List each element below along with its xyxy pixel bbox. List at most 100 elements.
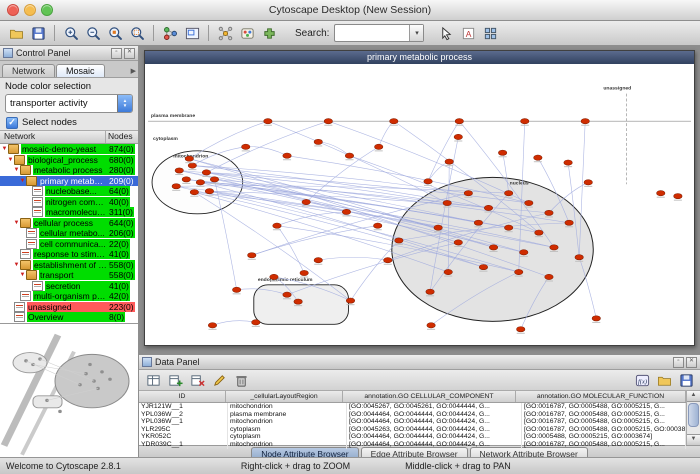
attr-new-icon[interactable] [165, 370, 185, 390]
network-node[interactable] [504, 225, 512, 230]
table-row[interactable]: YJR121W__1mitochondrion[GO:0045267, GO:0… [139, 403, 686, 411]
tree-header-nodes[interactable]: Nodes [106, 131, 138, 143]
network-node[interactable] [657, 190, 665, 195]
network-node[interactable] [545, 274, 553, 279]
column-header[interactable]: annotation.GO MOLECULAR_FUNCTION [516, 391, 686, 402]
network-node[interactable] [474, 220, 482, 225]
network-node[interactable] [443, 200, 451, 205]
network-window-titlebar[interactable]: primary metabolic process [145, 51, 694, 64]
network-node[interactable] [390, 119, 398, 124]
attr-delete-icon[interactable] [187, 370, 207, 390]
select-nodes-checkbox[interactable] [6, 117, 18, 129]
close-panel-icon[interactable]: ✕ [686, 357, 697, 368]
network-node[interactable] [196, 180, 204, 185]
network-node[interactable] [520, 250, 528, 255]
tree-row[interactable]: nitrogen compo...40(0) [0, 197, 138, 208]
network-node[interactable] [190, 190, 198, 195]
network-node[interactable] [283, 153, 291, 158]
network-node[interactable] [504, 190, 512, 195]
network-edge[interactable] [212, 321, 255, 326]
network-node[interactable] [314, 139, 322, 144]
network-overview-icon[interactable] [182, 23, 202, 43]
network-edge[interactable] [252, 226, 378, 256]
formula-icon[interactable]: f(x) [632, 370, 652, 390]
network-node[interactable] [534, 155, 542, 160]
network-node[interactable] [294, 299, 302, 304]
expander-icon[interactable]: ▼ [13, 260, 20, 270]
column-header[interactable]: ID [139, 391, 226, 402]
tree-row[interactable]: cell communica...22(0) [0, 239, 138, 250]
tree-row[interactable]: ▼establishment of lo...558(0) [0, 260, 138, 271]
node-color-attribute-select[interactable]: transporter activity ▲▼ [5, 94, 133, 113]
network-canvas[interactable]: plasma membrane cytoplasm mitochondrion … [145, 64, 694, 345]
zoom-window-button[interactable] [41, 4, 53, 16]
network-node[interactable] [314, 258, 322, 263]
network-node[interactable] [565, 220, 573, 225]
network-node[interactable] [300, 270, 308, 275]
tree-row[interactable]: macromolecule...311(0) [0, 207, 138, 218]
network-node[interactable] [479, 264, 487, 269]
network-node[interactable] [521, 119, 529, 124]
attr-edit-icon[interactable] [209, 370, 229, 390]
network-node[interactable] [674, 193, 682, 198]
tree-row[interactable]: nucleobase...64(0) [0, 186, 138, 197]
vizmapper-icon[interactable] [237, 23, 257, 43]
trash-icon[interactable] [231, 370, 251, 390]
network-node[interactable] [426, 289, 434, 294]
save-session-icon[interactable] [28, 23, 48, 43]
network-node[interactable] [454, 134, 462, 139]
network-node[interactable] [464, 190, 472, 195]
network-node[interactable] [535, 230, 543, 235]
birdseye-view[interactable] [0, 323, 138, 458]
network-node[interactable] [302, 199, 310, 204]
zoom-out-icon[interactable] [83, 23, 103, 43]
attr-save-icon[interactable] [676, 370, 696, 390]
zoom-fit-icon[interactable] [127, 23, 147, 43]
tab-network[interactable]: Network [2, 64, 55, 77]
scroll-up-icon[interactable]: ▲ [687, 391, 700, 402]
tree-row[interactable]: ▼transport558(0) [0, 270, 138, 281]
expander-icon[interactable]: ▼ [13, 218, 20, 228]
network-edge[interactable] [306, 147, 379, 202]
plugin-manager-icon[interactable] [259, 23, 279, 43]
tree-row[interactable]: ▼metabolic process280(0) [0, 165, 138, 176]
network-node[interactable] [445, 159, 453, 164]
scrollbar-thumb[interactable] [688, 403, 699, 427]
network-node[interactable] [182, 177, 190, 182]
tree-row[interactable]: multi-organism pro...42(0) [0, 291, 138, 302]
network-node[interactable] [208, 323, 216, 328]
network-node[interactable] [172, 184, 180, 189]
close-window-button[interactable] [7, 4, 19, 16]
scroll-down-icon[interactable]: ▼ [687, 434, 700, 445]
network-node[interactable] [444, 269, 452, 274]
network-node[interactable] [545, 210, 553, 215]
tree-row[interactable]: ▼mosaic-demo-yeast874(0) [0, 144, 138, 155]
network-node[interactable] [345, 153, 353, 158]
network-node[interactable] [283, 292, 291, 297]
network-edge[interactable] [318, 257, 388, 260]
network-node[interactable] [525, 200, 533, 205]
combo-arrows-icon[interactable]: ▲▼ [117, 95, 132, 112]
network-node[interactable] [455, 119, 463, 124]
network-edge[interactable] [428, 162, 449, 182]
tree-row[interactable]: unassigned223(0) [0, 302, 138, 313]
window-titlebar[interactable]: Cytoscape Desktop (New Session) [0, 0, 700, 21]
network-node[interactable] [454, 240, 462, 245]
network-node[interactable] [324, 119, 332, 124]
network-node[interactable] [248, 253, 256, 258]
search-box[interactable]: ▾ [334, 24, 424, 42]
network-node[interactable] [232, 287, 240, 292]
network-node[interactable] [342, 209, 350, 214]
network-node[interactable] [202, 170, 210, 175]
network-node[interactable] [584, 180, 592, 185]
table-row[interactable]: YKR052Ccytoplasm[GO:0044464, GO:0044444,… [139, 433, 686, 441]
table-row[interactable]: YLR295Ccytoplasm[GO:0045263, GO:0044444,… [139, 426, 686, 434]
tree-row[interactable]: ▼cellular process644(0) [0, 218, 138, 229]
open-session-icon[interactable] [6, 23, 26, 43]
tree-row[interactable]: ▼primary metabolic process209(0) [0, 176, 138, 187]
network-node[interactable] [264, 119, 272, 124]
float-panel-icon[interactable]: ▫ [111, 48, 122, 59]
column-header[interactable]: annotation.GO CELLULAR_COMPONENT [343, 391, 516, 402]
search-dropdown-icon[interactable]: ▾ [409, 25, 423, 41]
network-node[interactable] [427, 323, 435, 328]
